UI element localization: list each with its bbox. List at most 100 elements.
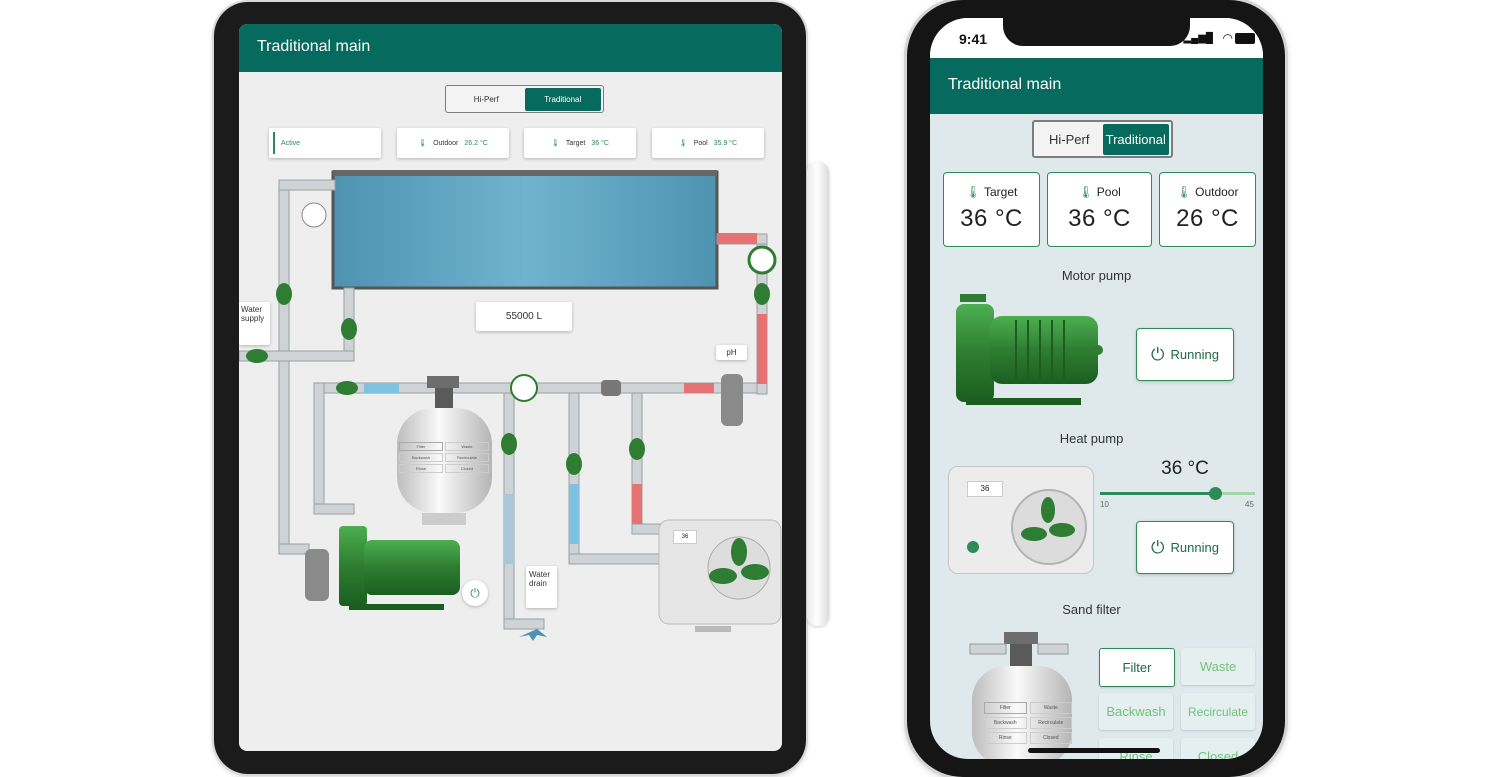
heat-pump-display: 36	[967, 481, 1003, 497]
phone-app-bar: Traditional main	[930, 58, 1263, 114]
motor-pump-toggle-button[interactable]: ⏻ Running	[1136, 328, 1234, 381]
card-value: 35.9 °C	[713, 139, 738, 147]
target-card: 🌡︎ Target 36 °C	[524, 128, 636, 158]
filter-valve-top	[427, 376, 459, 388]
heat-pump-toggle-button[interactable]: ⏻ Running	[1136, 521, 1234, 574]
water-drain-label: Water drain	[526, 566, 557, 608]
temperature-slider-thumb[interactable]	[1209, 487, 1223, 500]
card-label: Target	[984, 185, 1018, 199]
ph-label: pH	[716, 345, 747, 360]
power-icon: ⏻	[1151, 344, 1165, 364]
filter-valve-panel: Filter Waste Backwash Recirculate Rinse …	[984, 702, 1072, 744]
power-icon: ⏻	[470, 586, 480, 600]
heat-pump-illustration: 36	[948, 466, 1094, 574]
motor-pump-head	[339, 526, 367, 606]
motor-pump-illustration	[956, 294, 1103, 405]
mode-traditional-button[interactable]: Traditional	[1102, 123, 1169, 155]
outdoor-card: 🌡︎ Outdoor 26 °C	[1159, 172, 1256, 247]
wifi-icon: ◠	[1222, 31, 1233, 45]
target-card: 🌡︎ Target 36 °C	[943, 172, 1040, 247]
card-value: 36 °C	[1068, 205, 1131, 232]
mode-hiperf-button[interactable]: Hi-Perf	[1036, 124, 1103, 155]
card-label: Pool	[1096, 185, 1121, 199]
pump-power-button[interactable]: ⏻	[462, 580, 488, 606]
water-supply-label: Water supply	[239, 302, 270, 345]
status-text: Active	[281, 139, 301, 147]
fan-icon	[1011, 489, 1087, 565]
valve-wheel	[747, 245, 777, 275]
tablet-screen: Traditional main Hi-Perf Traditional Act…	[239, 24, 782, 751]
filter-valve-panel: Filter Waste Backwash Recirculate Rinse …	[399, 442, 489, 473]
filter-mode-closed-button[interactable]: Closed	[1181, 738, 1255, 759]
clock: 9:41	[959, 31, 988, 47]
thermometer-icon: 🌡︎	[1176, 185, 1192, 199]
thermometer-icon: 🌡︎	[418, 140, 428, 147]
pool-card: 🌡︎ Pool 36 °C	[1047, 172, 1152, 247]
flow-meter	[510, 374, 538, 402]
pump-strainer	[305, 549, 329, 601]
heat-pump-setpoint: 36 °C	[1161, 458, 1209, 479]
filter-mode-filter-button[interactable]: Filter	[1099, 648, 1175, 687]
mini-filter: Filter	[984, 702, 1027, 714]
thermometer-icon: 🌡︎	[678, 140, 688, 147]
thermometer-icon: 🌡︎	[1078, 185, 1094, 199]
page-title: Traditional main	[948, 76, 1062, 93]
filter-mode-recirculate-button[interactable]: Recirculate	[1181, 693, 1255, 730]
slider-min-label: 10	[1100, 500, 1109, 509]
filter-mode-backwash[interactable]: Backwash	[399, 453, 443, 462]
heat-pump-title: Heat pump	[1059, 431, 1124, 446]
filter-mode-rinse[interactable]: Rinse	[399, 464, 443, 473]
status-bar: 9:41 ▂▄▆█ ◠	[930, 18, 1263, 58]
signal-icon: ▂▄▆█	[1183, 33, 1213, 44]
pool-basin	[331, 170, 719, 290]
filter-mode-filter[interactable]: Filter	[399, 442, 443, 451]
ph-strainer	[721, 374, 743, 426]
battery-icon	[1235, 33, 1255, 44]
stylus	[807, 162, 829, 626]
card-value: 36 °C	[960, 205, 1023, 232]
power-icon: ⏻	[1151, 537, 1165, 557]
drain-splash	[519, 629, 547, 641]
pressure-gauge	[301, 202, 327, 228]
filter-mode-closed[interactable]: Closed	[445, 464, 489, 473]
mode-hiperf-button[interactable]: Hi-Perf	[448, 88, 525, 111]
card-label: Outdoor	[1195, 185, 1239, 199]
mode-toggle: Hi-Perf Traditional	[1032, 120, 1173, 158]
pool-volume-label: 55000 L	[476, 302, 572, 331]
thermometer-icon: 🌡︎	[551, 140, 560, 147]
filter-mode-backwash-button[interactable]: Backwash	[1099, 693, 1173, 730]
motor-pump-title: Motor pump	[1061, 268, 1132, 283]
outdoor-card: 🌡︎ Outdoor 26.2 °C	[397, 128, 509, 158]
mode-traditional-button[interactable]: Traditional	[524, 87, 601, 111]
mini-recirculate: Recirculate	[1029, 717, 1072, 729]
filter-mode-waste-button[interactable]: Waste	[1181, 648, 1255, 685]
pool-card: 🌡︎ Pool 35.9 °C	[652, 128, 764, 158]
page-title: Traditional main	[257, 38, 371, 55]
filter-mode-waste[interactable]: Waste	[445, 442, 489, 451]
home-indicator[interactable]	[1028, 748, 1160, 753]
thermometer-icon: 🌡︎	[965, 185, 981, 199]
heat-pump-state: Running	[1170, 540, 1219, 555]
motor-pump-state: Running	[1170, 347, 1219, 362]
temperature-slider-fill	[1100, 492, 1216, 495]
tablet-app-bar: Traditional main	[239, 24, 782, 72]
card-value: 26.2 °C	[464, 139, 488, 147]
phone-screen: 9:41 ▂▄▆█ ◠ Traditional main Hi-Perf Tra…	[930, 18, 1263, 759]
card-value: 36 °C	[591, 139, 609, 147]
slider-max-label: 45	[1245, 500, 1254, 509]
card-label: Outdoor	[433, 139, 459, 147]
plumbing-schematic	[239, 170, 782, 641]
mini-rinse: Rinse	[984, 732, 1027, 744]
card-label: Target	[565, 139, 586, 147]
mini-backwash: Backwash	[984, 717, 1027, 729]
mini-closed: Closed	[1029, 732, 1072, 744]
heat-pump-display: 36	[673, 530, 697, 544]
heat-pump-led	[967, 541, 979, 553]
filter-mode-recirculate[interactable]: Recirculate	[445, 453, 489, 462]
notch	[1003, 18, 1190, 46]
status-indicator	[273, 132, 275, 154]
status-card: Active	[269, 128, 381, 158]
temperature-slider-track[interactable]	[1100, 487, 1255, 500]
mode-toggle: Hi-Perf Traditional	[445, 85, 604, 113]
mini-waste: Waste	[1029, 702, 1072, 714]
